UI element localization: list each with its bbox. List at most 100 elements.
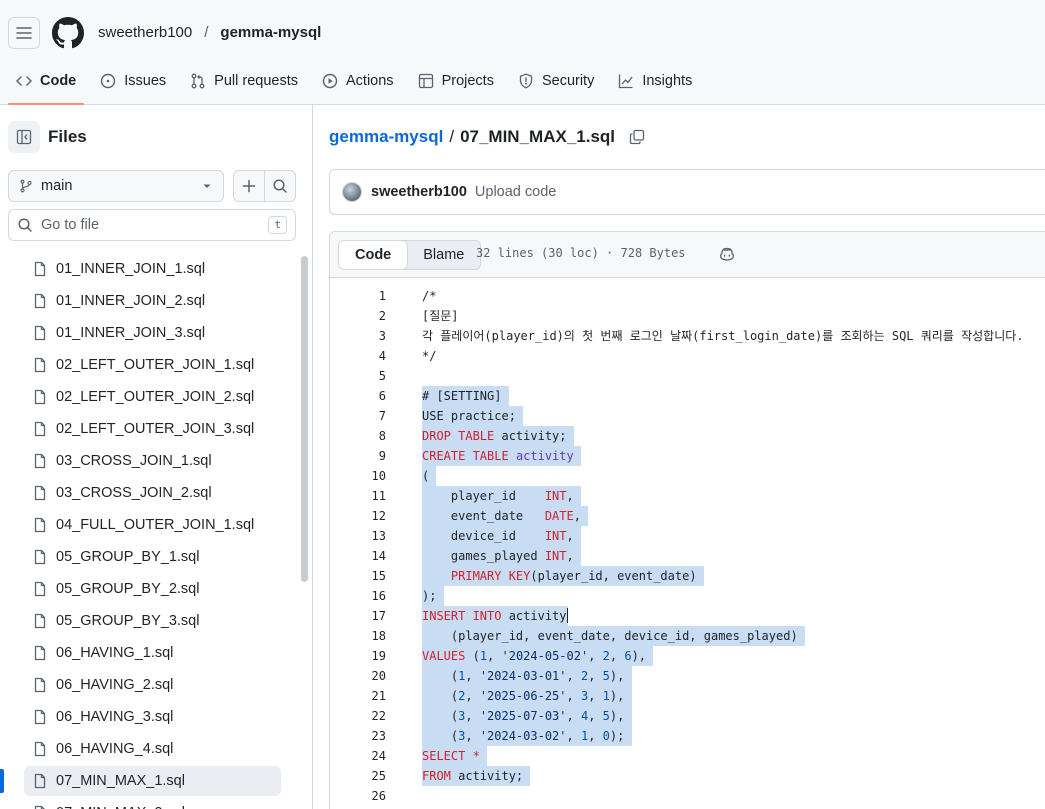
code-line[interactable]: 7 USE practice; [330, 406, 1045, 426]
line-number[interactable]: 18 [330, 626, 386, 646]
line-number[interactable]: 19 [330, 646, 386, 666]
sidebar-scrollbar-thumb[interactable] [301, 256, 308, 582]
code-view-button[interactable]: Code [339, 241, 409, 269]
collapse-sidebar-button[interactable] [8, 121, 40, 153]
breadcrumb-repo-link[interactable]: gemma-mysql [329, 127, 443, 147]
code-line[interactable]: 5 [330, 366, 1045, 386]
code-line[interactable]: 13 device_id INT, [330, 526, 1045, 546]
line-number[interactable]: 12 [330, 506, 386, 526]
code-lines[interactable]: 1 /* 2 [질문] 3 각 플레이어(player_id)의 첫 번째 로그인 날짜(… [330, 278, 1045, 809]
file-tree-item[interactable]: 05_GROUP_BY_1.sql [24, 542, 281, 572]
line-number[interactable]: 5 [330, 366, 386, 386]
tab-code[interactable]: Code [8, 62, 85, 105]
line-content: CREATE TABLE activity [422, 446, 581, 466]
tab-pull-requests-label: Pull requests [214, 73, 298, 89]
file-tree-item[interactable]: 05_GROUP_BY_3.sql [24, 606, 281, 636]
line-number[interactable]: 15 [330, 566, 386, 586]
code-line[interactable]: 24 SELECT * [330, 746, 1045, 766]
code-line[interactable]: 21 (2, '2025-06-25', 3, 1), [330, 686, 1045, 706]
file-tree-item[interactable]: 02_LEFT_OUTER_JOIN_1.sql [24, 350, 281, 380]
code-line[interactable]: 3 각 플레이어(player_id)의 첫 번째 로그인 날짜(first_lo… [330, 326, 1045, 346]
code-line[interactable]: 16); [330, 586, 1045, 606]
code-line[interactable]: 19 VALUES (1, '2024-05-02', 2, 6), [330, 646, 1045, 666]
file-tree-item[interactable]: 06_HAVING_2.sql [24, 670, 281, 700]
code-line[interactable]: 2 [질문] [330, 306, 1045, 326]
file-tree-item[interactable]: 01_INNER_JOIN_3.sql [24, 318, 281, 348]
line-number[interactable]: 20 [330, 666, 386, 686]
line-number[interactable]: 2 [330, 306, 386, 326]
tab-insights[interactable]: Insights [610, 62, 700, 100]
tab-projects[interactable]: Projects [410, 62, 502, 100]
search-files-button[interactable] [264, 170, 296, 202]
code-line[interactable]: 23 (3, '2024-03-02', 1, 0); [330, 726, 1045, 746]
repo-owner-link[interactable]: sweetherb100 [98, 24, 192, 41]
file-tree-item[interactable]: 03_CROSS_JOIN_1.sql [24, 446, 281, 476]
line-number[interactable]: 10 [330, 466, 386, 486]
add-file-button[interactable] [233, 170, 265, 202]
file-tree-item[interactable]: 05_GROUP_BY_2.sql [24, 574, 281, 604]
file-tree-item[interactable]: 07_MIN_MAX_2.sql [24, 798, 281, 809]
code-line[interactable]: 8 DROP TABLE activity; [330, 426, 1045, 446]
line-number[interactable]: 11 [330, 486, 386, 506]
line-content: [질문] [422, 309, 459, 323]
code-line[interactable]: 9 CREATE TABLE activity [330, 446, 1045, 466]
copy-path-button[interactable] [629, 129, 645, 145]
line-number[interactable]: 26 [330, 786, 386, 806]
file-tree-item[interactable]: 03_CROSS_JOIN_2.sql [24, 478, 281, 508]
code-line[interactable]: 26 [330, 786, 1045, 806]
tab-actions[interactable]: Actions [314, 62, 402, 100]
line-number[interactable]: 24 [330, 746, 386, 766]
file-tree-item[interactable]: 01_INNER_JOIN_1.sql [24, 254, 281, 284]
file-tree-item[interactable]: 06_HAVING_1.sql [24, 638, 281, 668]
go-to-file-input[interactable]: Go to file t [8, 209, 296, 241]
line-number[interactable]: 4 [330, 346, 386, 366]
file-tree-item[interactable]: 06_HAVING_4.sql [24, 734, 281, 764]
file-tree-item[interactable]: 04_FULL_OUTER_JOIN_1.sql [24, 510, 281, 540]
code-line[interactable]: 22 (3, '2025-07-03', 4, 5), [330, 706, 1045, 726]
copilot-button[interactable] [719, 246, 735, 265]
code-line[interactable]: 6 # [SETTING] [330, 386, 1045, 406]
github-logo-icon[interactable] [52, 17, 84, 49]
tab-security[interactable]: Security [510, 62, 602, 100]
avatar[interactable] [342, 182, 362, 202]
code-line[interactable]: 14 games_played INT, [330, 546, 1045, 566]
line-number[interactable]: 23 [330, 726, 386, 746]
line-number[interactable]: 16 [330, 586, 386, 606]
line-number[interactable]: 22 [330, 706, 386, 726]
line-number[interactable]: 6 [330, 386, 386, 406]
file-tree-item[interactable]: 07_MIN_MAX_1.sql [24, 766, 281, 796]
tab-issues[interactable]: Issues [92, 62, 174, 100]
line-number[interactable]: 17 [330, 606, 386, 626]
code-line[interactable]: 17 INSERT INTO activity [330, 606, 1045, 626]
code-line[interactable]: 25 FROM activity; [330, 766, 1045, 786]
code-line[interactable]: 15 PRIMARY KEY(player_id, event_date) [330, 566, 1045, 586]
repo-name-link[interactable]: gemma-mysql [220, 24, 321, 41]
line-number[interactable]: 3 [330, 326, 386, 346]
commit-author[interactable]: sweetherb100 [371, 184, 467, 200]
file-tree-item[interactable]: 01_INNER_JOIN_2.sql [24, 286, 281, 316]
line-number[interactable]: 9 [330, 446, 386, 466]
blame-view-button[interactable]: Blame [407, 241, 480, 269]
commit-message[interactable]: Upload code [475, 184, 556, 200]
code-line[interactable]: 12 event_date DATE, [330, 506, 1045, 526]
line-number[interactable]: 21 [330, 686, 386, 706]
line-number[interactable]: 8 [330, 426, 386, 446]
file-tree-item[interactable]: 06_HAVING_3.sql [24, 702, 281, 732]
line-number[interactable]: 25 [330, 766, 386, 786]
code-line[interactable]: 10 ( [330, 466, 1045, 486]
code-line[interactable]: 1 /* [330, 286, 1045, 306]
code-line[interactable]: 11 player_id INT, [330, 486, 1045, 506]
code-line[interactable]: 4 */ [330, 346, 1045, 366]
line-number[interactable]: 7 [330, 406, 386, 426]
file-tree-sidebar: Files main Go to file t 01_INNER_JOIN_1.… [0, 105, 313, 809]
tab-pull-requests[interactable]: Pull requests [182, 62, 306, 100]
file-tree-item[interactable]: 02_LEFT_OUTER_JOIN_3.sql [24, 414, 281, 444]
branch-selector[interactable]: main [8, 170, 224, 202]
code-line[interactable]: 18 (player_id, event_date, device_id, ga… [330, 626, 1045, 646]
line-number[interactable]: 13 [330, 526, 386, 546]
menu-button[interactable] [8, 17, 40, 49]
code-line[interactable]: 20 (1, '2024-03-01', 2, 5), [330, 666, 1045, 686]
file-tree-item[interactable]: 02_LEFT_OUTER_JOIN_2.sql [24, 382, 281, 412]
line-number[interactable]: 14 [330, 546, 386, 566]
line-number[interactable]: 1 [330, 286, 386, 306]
